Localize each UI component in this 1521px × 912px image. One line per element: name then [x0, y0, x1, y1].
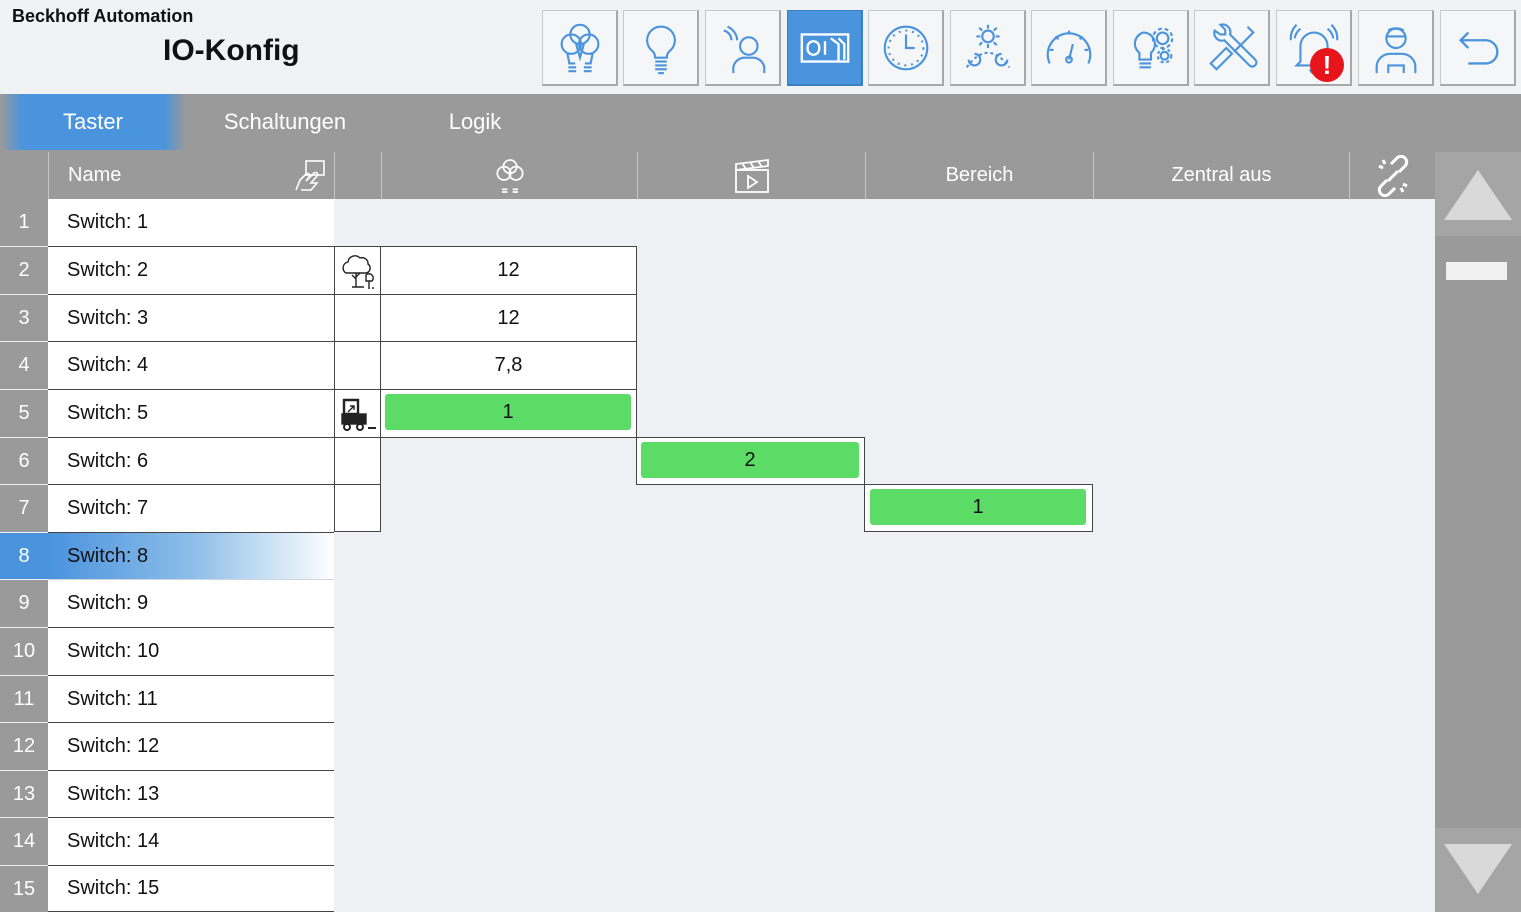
- back-arrow-icon: [1458, 31, 1498, 65]
- light-group-value-active: 1: [385, 394, 631, 430]
- light-group-cell[interactable]: 1: [380, 389, 637, 438]
- gauge-icon: [1046, 30, 1091, 64]
- header: Beckhoff Automation IO-Konfig !: [0, 0, 1521, 94]
- row-number: 5: [0, 390, 48, 437]
- io-config-icon: [800, 32, 849, 63]
- light-button[interactable]: [623, 10, 699, 86]
- type-cell[interactable]: [334, 484, 381, 532]
- tab-taster[interactable]: Taster: [0, 94, 186, 150]
- switch-name[interactable]: Switch: 4: [48, 342, 334, 390]
- switch-name[interactable]: Switch: 14: [48, 818, 334, 866]
- type-cell[interactable]: [334, 246, 381, 295]
- vertical-scrollbar[interactable]: [1435, 152, 1521, 912]
- scroll-up-button[interactable]: [1435, 152, 1521, 236]
- broken-link-icon: [1377, 154, 1408, 197]
- app-root: Beckhoff Automation IO-Konfig ! Taster S…: [0, 0, 1521, 912]
- switch-name[interactable]: Switch: 1: [48, 199, 334, 247]
- tree-icon: [341, 254, 376, 289]
- lighting-groups-button[interactable]: [542, 10, 618, 86]
- type-cell[interactable]: [334, 341, 381, 390]
- type-cell[interactable]: [334, 437, 381, 485]
- column-type: [334, 152, 381, 199]
- scene-cell[interactable]: 2: [636, 437, 865, 485]
- presence-person-icon: [722, 25, 765, 73]
- switch-name[interactable]: Switch: 15: [48, 866, 334, 912]
- column-name: Name: [48, 152, 334, 199]
- bereich-cell[interactable]: 1: [864, 484, 1093, 532]
- back-button[interactable]: [1440, 10, 1516, 86]
- switch-name[interactable]: Switch: 7: [48, 485, 334, 533]
- scroll-down-button[interactable]: [1435, 828, 1521, 912]
- switch-name[interactable]: Switch: 11: [48, 676, 334, 723]
- row-number: 14: [0, 818, 48, 865]
- user-button[interactable]: [1358, 10, 1434, 86]
- row-number: 12: [0, 723, 48, 770]
- time-schedule-button[interactable]: [868, 10, 944, 86]
- page-title: IO-Konfig: [163, 34, 300, 67]
- column-link: [1349, 152, 1435, 199]
- switch-name[interactable]: Switch: 13: [48, 771, 334, 818]
- daylight-icon: [965, 24, 1010, 68]
- user-icon: [1375, 26, 1416, 73]
- type-cell[interactable]: [334, 389, 381, 438]
- tab-logik[interactable]: Logik: [384, 94, 566, 150]
- light-settings-button[interactable]: [1113, 10, 1189, 86]
- column-zentral-aus: Zentral aus: [1093, 152, 1349, 199]
- row-number: 9: [0, 580, 48, 627]
- column-bereich: Bereich: [865, 152, 1093, 199]
- switch-name[interactable]: Switch: 9: [48, 580, 334, 628]
- triangle-down-icon: [1444, 844, 1512, 894]
- row-number: 1: [0, 199, 48, 246]
- scroll-thumb[interactable]: [1446, 262, 1507, 280]
- switch-name[interactable]: Switch: 10: [48, 628, 334, 676]
- switch-name[interactable]: Switch: 6: [48, 438, 334, 485]
- row-number: 10: [0, 628, 48, 675]
- row-number: 7: [0, 485, 48, 532]
- io-config-button[interactable]: [787, 10, 863, 86]
- switch-name-selected[interactable]: Switch: 8: [48, 533, 334, 580]
- bulbs-group-icon: [495, 158, 524, 193]
- switch-name[interactable]: Switch: 12: [48, 723, 334, 771]
- row-number: 2: [0, 247, 48, 294]
- daylight-button[interactable]: [950, 10, 1026, 86]
- row-number: 15: [0, 866, 48, 912]
- type-cell[interactable]: [334, 294, 381, 342]
- column-light: [381, 152, 637, 199]
- meter-button[interactable]: [1031, 10, 1107, 86]
- triangle-up-icon: [1444, 170, 1512, 220]
- row-number: 11: [0, 676, 48, 722]
- row-number: 13: [0, 771, 48, 817]
- alert-badge: !: [1310, 48, 1344, 82]
- row-number: 4: [0, 342, 48, 389]
- tab-schaltungen[interactable]: Schaltungen: [186, 94, 384, 150]
- column-header: Name Bereich Zentral aus: [0, 152, 1435, 199]
- tools-icon: [1208, 22, 1257, 71]
- row-number: 3: [0, 295, 48, 341]
- clock-icon: [883, 25, 928, 70]
- touch-hand-icon: [295, 160, 325, 191]
- scene-value-active: 2: [641, 442, 859, 478]
- row-number: 6: [0, 438, 48, 484]
- row-number: 8: [0, 533, 48, 579]
- bulb-gears-icon: [1133, 27, 1173, 68]
- presence-button[interactable]: [705, 10, 781, 86]
- tab-bar: Taster Schaltungen Logik: [0, 94, 1521, 152]
- bereich-value-active: 1: [870, 489, 1086, 525]
- clapperboard-icon: [734, 158, 769, 193]
- column-scene: [637, 152, 865, 199]
- alarm-button[interactable]: !: [1276, 10, 1352, 86]
- company-name: Beckhoff Automation: [12, 6, 194, 26]
- light-group-cell[interactable]: 12: [380, 294, 637, 342]
- bulb-icon: [645, 25, 676, 74]
- column-name-label: Name: [68, 164, 122, 186]
- service-tools-button[interactable]: [1194, 10, 1270, 86]
- switch-name[interactable]: Switch: 3: [48, 295, 334, 342]
- forklift-icon: [340, 398, 376, 431]
- switch-name[interactable]: Switch: 5: [48, 390, 334, 438]
- light-group-cell[interactable]: 12: [380, 246, 637, 295]
- switch-name[interactable]: Switch: 2: [48, 247, 334, 295]
- light-group-cell[interactable]: 7,8: [380, 341, 637, 390]
- bulbs-group-icon: [560, 23, 599, 72]
